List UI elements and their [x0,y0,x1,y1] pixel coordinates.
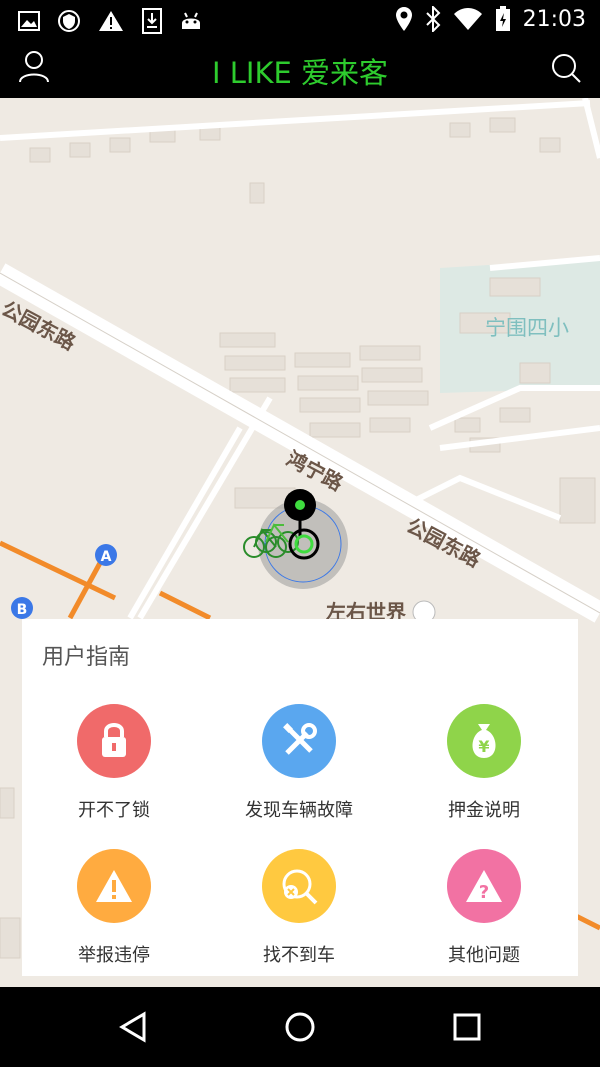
guide-item-label: 开不了锁 [78,800,150,821]
search-bike-icon [262,849,336,923]
back-button[interactable] [113,1007,153,1047]
wifi-icon [453,8,482,30]
warning-icon [77,849,151,923]
money-bag-icon: ¥ [447,704,521,778]
search-button[interactable] [550,52,582,84]
app-title: I LIKE 爱来客 [211,56,389,90]
user-guide-panel: 用户指南 开不了锁 发现车辆故障 ¥ 押金说明 举报违停 找不到车 ? 其他问题 [22,619,578,976]
location-icon [395,7,412,31]
battery-icon [495,6,510,31]
svg-text:¥: ¥ [478,737,489,756]
status-time: 21:03 [522,6,586,32]
status-left-icons [18,8,202,34]
marker-b-label: B [17,602,28,618]
question-icon: ? [447,849,521,923]
recents-button[interactable] [447,1007,487,1047]
svg-text:?: ? [479,882,489,903]
guide-item-find-bike[interactable]: 找不到车 [209,849,389,967]
guide-item-label: 押金说明 [448,800,520,821]
shield-icon [58,10,80,32]
guide-title: 用户指南 [42,645,131,670]
warning-icon [99,11,123,31]
tools-icon [262,704,336,778]
recents-icon [453,1013,481,1041]
image-icon [18,11,40,31]
back-icon [119,1011,146,1043]
school-label: 宁围四小 [485,316,569,340]
bluetooth-icon [425,6,441,32]
status-bar: 21:03 [0,0,600,40]
android-icon [182,12,200,29]
marker-a-label: A [101,549,112,565]
guide-item-unlock[interactable]: 开不了锁 [24,704,204,822]
app-bar: I LIKE 爱来客 [0,40,600,98]
guide-item-report[interactable]: 举报违停 [24,849,204,967]
navigation-bar [0,987,600,1067]
lock-icon [77,704,151,778]
search-icon [552,54,581,83]
home-icon [285,1012,315,1042]
guide-item-label: 其他问题 [448,945,520,966]
status-right-icons: 21:03 [395,6,586,32]
guide-item-label: 举报违停 [78,945,150,966]
guide-item-fault[interactable]: 发现车辆故障 [209,704,389,822]
guide-item-other[interactable]: ? 其他问题 [394,849,574,967]
download-icon [142,8,162,34]
guide-item-label: 发现车辆故障 [245,800,353,821]
home-button[interactable] [280,1007,320,1047]
guide-item-deposit[interactable]: ¥ 押金说明 [394,704,574,822]
guide-item-label: 找不到车 [263,945,335,966]
